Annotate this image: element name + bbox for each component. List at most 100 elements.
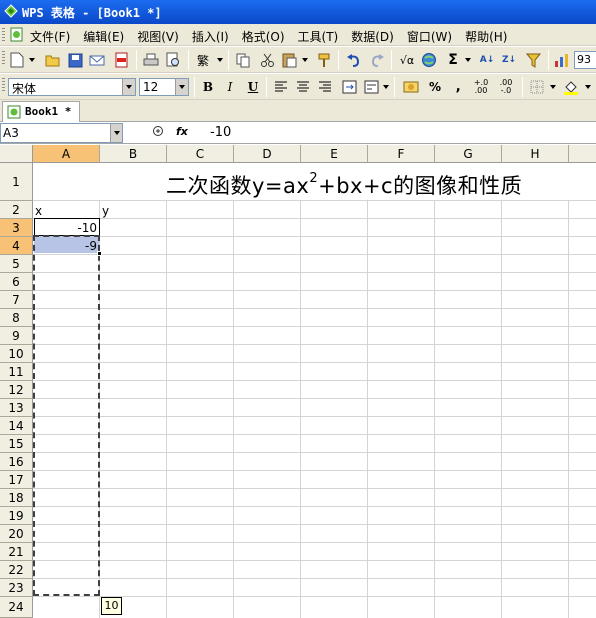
wrap-text-icon[interactable]: [362, 78, 380, 96]
row-header-12[interactable]: 12: [0, 381, 33, 399]
row-header-10[interactable]: 10: [0, 345, 33, 363]
language-dropdown-icon[interactable]: [217, 58, 223, 62]
toolbar-grip[interactable]: [2, 78, 5, 92]
row-header-19[interactable]: 19: [0, 507, 33, 525]
font-name-dropdown-icon[interactable]: [122, 79, 135, 95]
menu-view[interactable]: 视图(V): [137, 28, 179, 45]
sheet-title[interactable]: 二次函数y=ax2+bx+c的图像和性质: [166, 170, 522, 200]
menu-help[interactable]: 帮助(H): [465, 28, 507, 45]
function-wizard-icon[interactable]: [152, 125, 164, 140]
merge-cells-icon[interactable]: [340, 78, 358, 96]
row-header-11[interactable]: 11: [0, 363, 33, 381]
font-size-dropdown-icon[interactable]: [175, 79, 188, 95]
row-header-8[interactable]: 8: [0, 309, 33, 327]
column-header-h[interactable]: H: [502, 145, 569, 163]
row-header-15[interactable]: 15: [0, 435, 33, 453]
name-box[interactable]: A3: [0, 123, 123, 143]
paste-dropdown-icon[interactable]: [302, 58, 308, 62]
fill-handle[interactable]: [97, 251, 102, 256]
hyperlink-globe-icon[interactable]: [420, 51, 438, 69]
document-icon[interactable]: [9, 27, 24, 42]
open-folder-icon[interactable]: [44, 51, 62, 69]
cut-icon[interactable]: [258, 51, 276, 69]
row-header-5[interactable]: 5: [0, 255, 33, 273]
fill-color-icon[interactable]: [562, 78, 580, 96]
fill-color-dropdown-icon[interactable]: [585, 85, 591, 89]
row-header-16[interactable]: 16: [0, 453, 33, 471]
autosum-icon[interactable]: Σ: [444, 51, 462, 69]
save-icon[interactable]: [66, 51, 84, 69]
column-header-g[interactable]: G: [435, 145, 502, 163]
formula-input[interactable]: -10: [210, 125, 231, 140]
spreadsheet-grid[interactable]: A B C D E F G H 1 2 3 4 5 6 7 8 9 10 11 …: [0, 145, 596, 618]
bold-button[interactable]: B: [199, 78, 217, 96]
align-center-icon[interactable]: [294, 78, 312, 96]
thousands-separator-button[interactable]: ‚: [449, 78, 467, 96]
pdf-export-icon[interactable]: [112, 51, 130, 69]
row-header-9[interactable]: 9: [0, 327, 33, 345]
row-header-20[interactable]: 20: [0, 525, 33, 543]
column-header-i[interactable]: [569, 145, 596, 163]
borders-icon[interactable]: [528, 78, 546, 96]
chart-icon[interactable]: [553, 51, 571, 69]
zoom-combo[interactable]: 93: [574, 51, 596, 69]
menu-window[interactable]: 窗口(W): [407, 28, 452, 45]
mail-icon[interactable]: [88, 51, 106, 69]
column-header-c[interactable]: C: [167, 145, 234, 163]
menu-tools[interactable]: 工具(T): [298, 28, 339, 45]
font-name-select[interactable]: 宋体: [8, 78, 136, 96]
fx-button[interactable]: fx: [176, 125, 188, 138]
column-header-b[interactable]: B: [100, 145, 167, 163]
row-header-24[interactable]: 24: [0, 597, 33, 618]
underline-button[interactable]: U: [244, 78, 262, 96]
row-header-18[interactable]: 18: [0, 489, 33, 507]
currency-icon[interactable]: [402, 78, 420, 96]
cell-a2[interactable]: x: [35, 204, 42, 218]
toolbar-grip[interactable]: [2, 28, 5, 42]
select-all-corner[interactable]: [0, 145, 33, 163]
row-header-6[interactable]: 6: [0, 273, 33, 291]
column-header-e[interactable]: E: [301, 145, 368, 163]
new-dropdown-icon[interactable]: [29, 58, 35, 62]
font-size-select[interactable]: 12: [139, 78, 189, 96]
format-painter-icon[interactable]: [316, 51, 334, 69]
menu-file[interactable]: 文件(F): [30, 28, 70, 45]
borders-dropdown-icon[interactable]: [550, 85, 556, 89]
row-header-3[interactable]: 3: [0, 219, 33, 237]
menu-data[interactable]: 数据(D): [351, 28, 394, 45]
row-header-22[interactable]: 22: [0, 561, 33, 579]
increase-decimal-icon[interactable]: +.0.00: [472, 78, 490, 96]
align-left-icon[interactable]: [272, 78, 290, 96]
new-document-icon[interactable]: [8, 51, 26, 69]
formula-editor-icon[interactable]: √α: [396, 51, 418, 69]
sort-descending-icon[interactable]: Z↓: [500, 51, 518, 69]
row-header-7[interactable]: 7: [0, 291, 33, 309]
row-header-17[interactable]: 17: [0, 471, 33, 489]
undo-icon[interactable]: [344, 51, 362, 69]
column-header-d[interactable]: D: [234, 145, 301, 163]
column-header-a[interactable]: A: [33, 145, 100, 163]
row-header-23[interactable]: 23: [0, 579, 33, 597]
row-header-4[interactable]: 4: [0, 237, 33, 255]
print-icon[interactable]: [142, 51, 160, 69]
menu-insert[interactable]: 插入(I): [192, 28, 229, 45]
print-preview-icon[interactable]: [164, 51, 182, 69]
alignment-dropdown-icon[interactable]: [383, 85, 389, 89]
cell-b2[interactable]: y: [102, 204, 109, 218]
column-header-f[interactable]: F: [368, 145, 435, 163]
italic-button[interactable]: I: [221, 78, 239, 96]
tab-book1[interactable]: Book1 *: [2, 101, 80, 122]
align-right-icon[interactable]: [316, 78, 334, 96]
autosum-dropdown-icon[interactable]: [465, 58, 471, 62]
redo-icon[interactable]: [368, 51, 386, 69]
autofilter-icon[interactable]: [524, 51, 542, 69]
sort-ascending-icon[interactable]: A↓: [478, 51, 496, 69]
row-header-13[interactable]: 13: [0, 399, 33, 417]
row-header-2[interactable]: 2: [0, 201, 33, 219]
name-box-dropdown-icon[interactable]: [110, 124, 122, 142]
paste-icon[interactable]: [280, 51, 298, 69]
copy-icon[interactable]: [234, 51, 252, 69]
menu-edit[interactable]: 编辑(E): [83, 28, 124, 45]
menu-format[interactable]: 格式(O): [242, 28, 285, 45]
row-header-14[interactable]: 14: [0, 417, 33, 435]
